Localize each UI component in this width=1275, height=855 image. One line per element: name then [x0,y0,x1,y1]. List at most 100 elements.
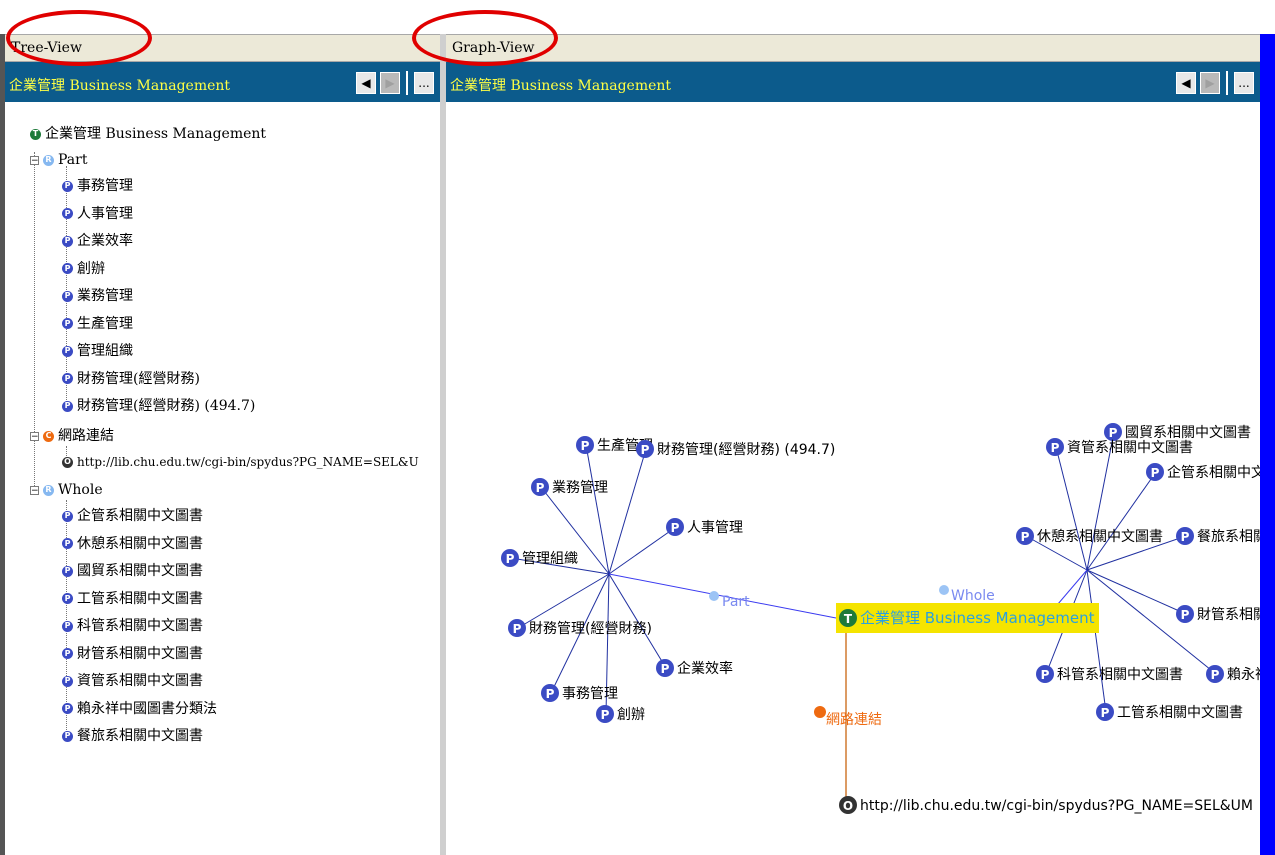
tree-nav-buttons: ◀ ▶ ... [356,71,434,95]
graph-whole-node[interactable]: 資管系相關中文圖書 [1067,440,1193,456]
more-button[interactable]: ... [1234,72,1254,94]
graph-whole-node-icon-letter: P [1211,668,1220,682]
graph-part-node-icon-letter: P [601,708,610,722]
graph-whole-node[interactable]: 休憩系相關中文圖書 [1037,528,1163,545]
tree-item-label: 賴永祥中國圖書分類法 [77,700,217,717]
page-icon: P [62,400,73,412]
tree-part-label: Part [58,152,88,168]
back-button[interactable]: ◀ [356,72,376,94]
tree-item[interactable]: P 財管系相關中文圖書 [62,644,203,664]
graph-whole-node[interactable]: 工管系相關中文圖書 [1117,705,1243,721]
graph-part-node-icon-letter: P [506,552,515,566]
tree-item[interactable]: P 休憩系相關中文圖書 [62,534,203,554]
graph-part-node[interactable]: 事務管理 [562,686,618,702]
graph-view-title: Graph-View [446,34,1260,62]
forward-button[interactable]: ▶ [380,72,400,94]
nav-separator [406,71,408,95]
graph-part-node[interactable]: 人事管理 [687,520,743,536]
graph-canvas[interactable]: P 生產管理P 財務管理(經營財務) (494.7)P 業務管理P 人事管理P 管理組織P… [446,100,1260,855]
tree-item-label: 科管系相關中文圖書 [77,618,203,634]
tree-item-label: 國貿系相關中文圖書 [77,563,203,579]
more-button[interactable]: ... [414,72,434,94]
page-icon: P [62,318,73,329]
collapse-icon[interactable]: − [30,431,39,441]
graph-whole-node-icon-letter: P [1151,466,1160,480]
graph-whole-node[interactable]: 科管系相關中文圖書 [1057,667,1183,683]
tree-url-item[interactable]: O http://lib.chu.edu.tw/cgi-bin/spydus?P… [62,452,419,472]
back-button[interactable]: ◀ [1176,72,1196,94]
whole-relation-icon [939,585,949,595]
page-icon: P [62,235,73,247]
graph-edge [608,526,677,575]
graph-nav-buttons: ◀ ▶ ... [1176,71,1254,95]
graph-part-node-icon-letter: P [641,443,650,457]
tree-item-label: 管理組織 [77,343,133,359]
graph-edge [1086,569,1187,615]
tree-item[interactable]: P 人事管理 [62,204,133,224]
graph-edge [1055,446,1088,571]
graph-part-node[interactable]: 企業效率 [677,660,733,677]
blue-edge-bar [1260,34,1275,855]
tree-item[interactable]: P 國貿系相關中文圖書 [62,561,203,581]
graph-part-node[interactable]: 財務管理(經營財務) (494.7) [657,442,835,458]
graph-whole-node-icon-letter: P [1181,530,1190,544]
tree-item[interactable]: P 管理組織 [62,341,133,361]
graph-edge [1086,569,1107,713]
graph-part-node[interactable]: 創辦 [617,707,645,723]
tree-part-node[interactable]: − R Part [30,150,87,170]
tree-item[interactable]: P 企管系相關中文圖書 [62,506,203,526]
tree-item[interactable]: P 財務管理(經營財務) [62,369,200,389]
graph-whole-node-icon-letter: P [1051,441,1060,455]
tree-whole-node[interactable]: − R Whole [30,480,103,500]
graph-part-node[interactable]: 財務管理(經營財務) [529,621,652,637]
tree-web-label: 網路連結 [58,428,114,444]
graph-part-node[interactable]: 業務管理 [552,480,608,496]
page-icon: P [62,345,73,357]
center-node-label[interactable]: 企業管理 Business Management [860,609,1095,627]
page-icon: P [62,373,73,384]
tree-item-label: 餐旅系相關中文圖書 [77,728,203,744]
tree-item[interactable]: P 科管系相關中文圖書 [62,616,203,636]
graph-whole-node[interactable]: 財管系相關中文圖書 [1197,607,1260,623]
annotation-circle-tree [6,10,152,66]
tree-root-label: 企業管理 Business Management [45,126,267,142]
forward-button[interactable]: ▶ [1200,72,1220,94]
graph-whole-node[interactable]: 餐旅系相關中文圖書 [1197,529,1260,545]
tree-item[interactable]: P 業務管理 [62,286,133,306]
tree-item[interactable]: P 財務管理(經營財務) (494.7) [62,396,255,416]
graph-whole-node-icon-letter: P [1021,530,1030,544]
tree-root[interactable]: T 企業管理 Business Management [30,124,266,144]
tree-item[interactable]: P 工管系相關中文圖書 [62,589,203,609]
page-icon: P [62,510,73,522]
tree-web-node[interactable]: − C 網路連結 [30,426,114,446]
graph-whole-node-icon-letter: P [1041,668,1050,682]
graph-whole-node[interactable]: 國貿系相關中文圖書 [1125,425,1251,441]
tree-url-label: http://lib.chu.edu.tw/cgi-bin/spydus?PG_… [77,455,419,469]
tree-item-label: 人事管理 [77,205,133,222]
tree-item[interactable]: P 企業效率 [62,231,133,251]
tree-item[interactable]: P 創辦 [62,259,105,279]
web-link-label[interactable]: 網路連結 [826,712,882,728]
page-icon: P [62,675,73,687]
graph-part-node-icon-letter: P [536,481,545,495]
tree-item-label: 休憩系相關中文圖書 [77,535,203,552]
graph-part-node[interactable]: 管理組織 [522,551,578,567]
tree-item[interactable]: P 賴永祥中國圖書分類法 [62,699,217,719]
tree-item[interactable]: P 餐旅系相關中文圖書 [62,726,203,746]
page-icon: P [62,620,73,632]
collapse-icon[interactable]: − [30,485,39,495]
page-icon: P [62,565,73,577]
url-node-label[interactable]: http://lib.chu.edu.tw/cgi-bin/spydus?PG_… [860,798,1253,814]
tree-item[interactable]: P 事務管理 [62,176,133,196]
tree-item[interactable]: P 生產管理 [62,314,133,334]
graph-part-node-icon-letter: P [581,439,590,453]
graph-part-node-icon-letter: P [546,687,555,701]
tree-item-label: 生產管理 [77,315,133,332]
graph-whole-node[interactable]: 賴永祥中國圖書分類法 [1227,667,1260,683]
graph-whole-node[interactable]: 企管系相關中文圖書 [1167,464,1260,481]
page-icon: P [62,648,73,659]
center-topic-letter: T [844,612,853,626]
tree-item-label: 資管系相關中文圖書 [77,673,203,689]
tree-item[interactable]: P 資管系相關中文圖書 [62,671,203,691]
collapse-icon[interactable]: − [30,155,39,165]
